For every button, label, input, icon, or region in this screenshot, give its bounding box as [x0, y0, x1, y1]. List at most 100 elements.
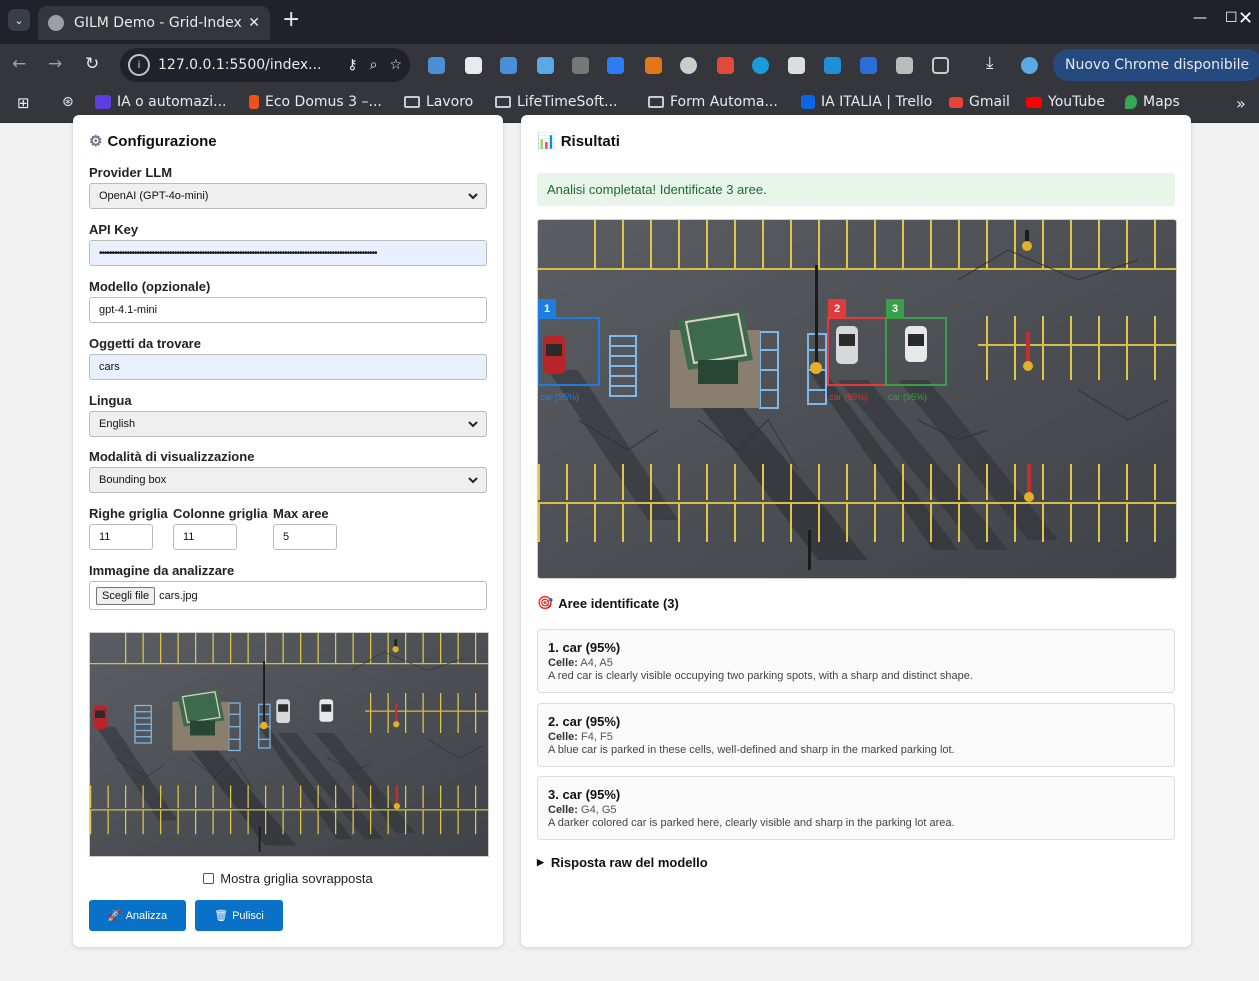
extension-p-icon[interactable]	[607, 57, 624, 74]
bookmark-8[interactable]: Maps	[1125, 94, 1180, 110]
bookmark-2-label: Lavoro	[426, 94, 474, 110]
reload-icon[interactable]: ↻	[85, 54, 99, 74]
cols-value: 11	[183, 531, 195, 543]
bookmark-0-label: IA o automazi...	[117, 94, 227, 110]
chevron-down-icon	[468, 193, 478, 200]
provider-label: Provider LLM	[89, 165, 173, 180]
grid-overlay-toggle[interactable]: Mostra griglia sovrapposta	[73, 871, 503, 886]
raw-response-toggle[interactable]: ▶ Risposta raw del modello	[537, 855, 708, 870]
extension-fox-icon[interactable]	[645, 57, 662, 74]
extensions-puzzle-icon[interactable]	[932, 57, 949, 74]
extension-camera-icon[interactable]	[896, 57, 913, 74]
bookmark-1-label: Eco Domus 3 –...	[265, 94, 382, 110]
rows-label: Righe griglia	[89, 506, 168, 521]
more-bookmarks-chevron-icon[interactable]: »	[1236, 94, 1246, 113]
extension-f-icon[interactable]	[717, 57, 734, 74]
new-tab-plus-icon[interactable]: +	[282, 9, 300, 31]
close-tab-icon[interactable]: ✕	[248, 15, 260, 31]
extension-screen-icon[interactable]	[500, 57, 517, 74]
extension-download-icon[interactable]	[752, 57, 769, 74]
address-bar[interactable]: i 127.0.0.1:5500/index... ⚷ ⌕ ☆	[120, 48, 410, 82]
extension-card-icon[interactable]	[824, 57, 841, 74]
rows-input[interactable]: 11	[89, 524, 153, 550]
apikey-input[interactable]: ••••••••••••••••••••••••••••••••••••••••…	[89, 240, 487, 266]
area-3-cells-label: Celle:	[548, 804, 578, 816]
rows-value: 11	[99, 531, 111, 543]
bookmark-7-label: YouTube	[1048, 94, 1105, 110]
provider-select[interactable]: OpenAI (GPT-4o-mini)	[89, 183, 487, 209]
forward-arrow-icon[interactable]: →	[48, 54, 62, 74]
max-input[interactable]: 5	[273, 524, 337, 550]
area-1-cells-label: Celle:	[548, 657, 578, 669]
bookmark-1[interactable]: Eco Domus 3 –...	[249, 94, 382, 110]
bookmark-5[interactable]: IA ITALIA | Trello	[801, 94, 932, 110]
results-card: 📊 Risultati Analisi completata! Identifi…	[521, 115, 1191, 947]
choose-file-button[interactable]: Scegli file	[96, 586, 156, 605]
image-label: Immagine da analizzare	[89, 563, 235, 578]
openai-bookmark-icon[interactable]: ⊛	[62, 94, 74, 110]
cols-label: Colonne griglia	[173, 506, 268, 521]
folder-icon	[404, 96, 420, 108]
clear-button[interactable]: 🗑 Pulisci	[195, 900, 283, 931]
area-1-description: A red car is clearly visible occupying t…	[548, 670, 973, 682]
objects-input[interactable]: cars	[89, 354, 487, 380]
extension-chat-icon[interactable]	[788, 57, 805, 74]
minimize-icon[interactable]: —	[1193, 10, 1207, 26]
back-arrow-icon[interactable]: ←	[12, 54, 26, 74]
model-input[interactable]: gpt-4.1-mini	[89, 297, 487, 323]
viz-select[interactable]: Bounding box	[89, 467, 487, 493]
bookmark-star-icon[interactable]: ☆	[389, 57, 402, 73]
language-select[interactable]: English	[89, 411, 487, 437]
area-card-3: 3. car (95%) Celle: G4, G5 A darker colo…	[537, 776, 1175, 840]
area-1-title: 1. car (95%)	[548, 640, 621, 655]
profile-avatar-icon[interactable]	[1021, 57, 1038, 74]
provider-value: OpenAI (GPT-4o-mini)	[99, 190, 209, 202]
tab-search-chevron-icon[interactable]: ⌄	[8, 9, 30, 31]
bookmark-3[interactable]: LifeTimeSoft...	[495, 94, 617, 110]
apikey-label: API Key	[89, 222, 139, 237]
cols-input[interactable]: 11	[173, 524, 237, 550]
analyze-button[interactable]: 🚀 Analizza	[89, 900, 186, 931]
maps-pin-icon	[1125, 95, 1137, 109]
bookmark-4[interactable]: Form Automa...	[648, 94, 778, 110]
apikey-value: ••••••••••••••••••••••••••••••••••••••••…	[99, 247, 377, 259]
extension-printer-icon[interactable]	[428, 57, 445, 74]
bookmark-3-label: LifeTimeSoft...	[517, 94, 618, 110]
bookmark-2[interactable]: Lavoro	[404, 94, 473, 110]
gmail-icon	[949, 96, 963, 108]
bar-chart-icon: 📊	[537, 133, 556, 150]
area-2-title: 2. car (95%)	[548, 714, 621, 729]
clear-label: Pulisci	[232, 909, 264, 922]
language-label: Lingua	[89, 393, 132, 408]
extension-pen-icon[interactable]	[465, 57, 482, 74]
bookmark-6[interactable]: Gmail	[949, 94, 1010, 110]
apps-grid-icon[interactable]: ⊞	[17, 94, 30, 112]
extension-circle-icon[interactable]	[680, 57, 697, 74]
file-input[interactable]: Scegli file cars.jpg	[89, 581, 487, 610]
grid-overlay-checkbox[interactable]	[203, 873, 215, 884]
box-3-label: car (95%)	[888, 392, 927, 402]
area-2-description: A blue car is parked in these cells, wel…	[548, 744, 955, 756]
bookmark-8-label: Maps	[1143, 94, 1180, 110]
chrome-update-button[interactable]: Nuovo Chrome disponibile ⋮	[1053, 49, 1259, 81]
extension-globe-icon[interactable]	[537, 57, 554, 74]
areas-title: Aree identificate (3)	[558, 595, 679, 611]
zoom-icon[interactable]: ⌕	[370, 57, 378, 73]
parking-lot-result-image: 1 car (95%) 2 car (95%) 3 car (95%)	[538, 220, 1177, 579]
address-url: 127.0.0.1:5500/index...	[158, 57, 322, 73]
close-window-icon[interactable]: ✕	[1238, 8, 1253, 29]
browser-tab-active[interactable]: GILM Demo - Grid-Indexe ✕	[38, 6, 270, 40]
extension-ai-icon[interactable]	[860, 57, 877, 74]
downloads-icon[interactable]: ⤓	[986, 53, 1003, 73]
bookmark-0[interactable]: IA o automazi...	[95, 94, 226, 110]
area-2-cells: Celle: F4, F5	[548, 731, 1164, 743]
password-key-icon[interactable]: ⚷	[347, 57, 357, 73]
browser-tab-bar: ⌄ GILM Demo - Grid-Indexe ✕ + — ☐ ✕	[0, 0, 1259, 44]
extension-b-icon[interactable]	[572, 57, 589, 74]
model-value: gpt-4.1-mini	[99, 304, 158, 316]
box-3-number: 3	[892, 303, 898, 315]
bookmark-7[interactable]: YouTube	[1026, 94, 1105, 110]
maximize-icon[interactable]: ☐	[1225, 10, 1238, 26]
site-info-icon[interactable]: i	[128, 54, 150, 76]
analyze-label: Analizza	[125, 909, 168, 922]
